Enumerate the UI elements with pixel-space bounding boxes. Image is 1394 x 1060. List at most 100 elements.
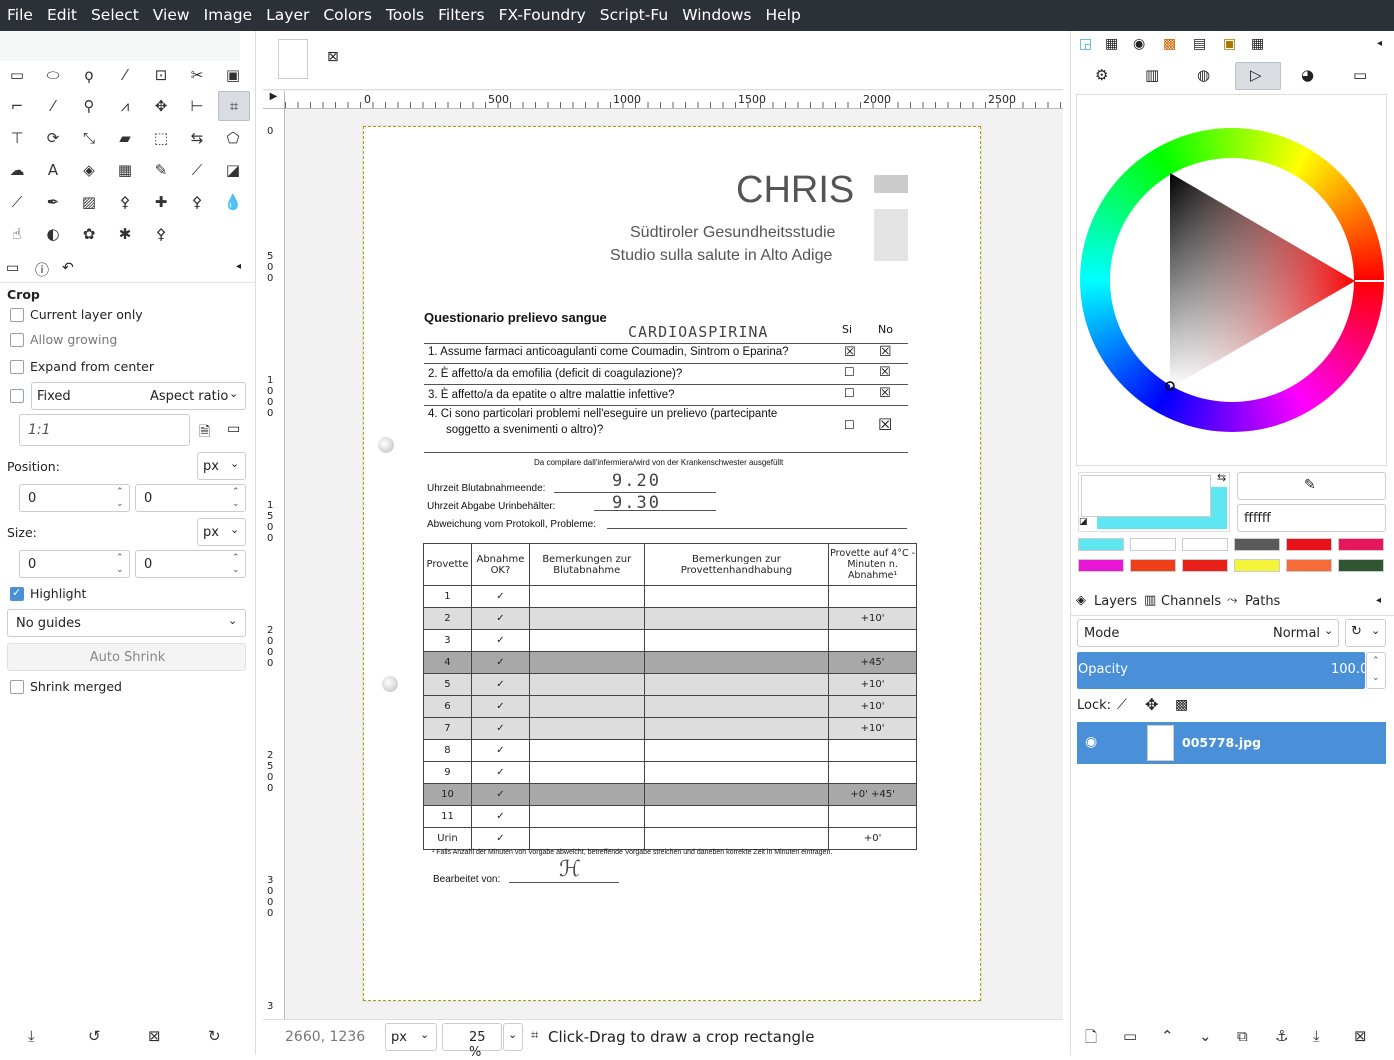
history-swatch[interactable]: [1182, 559, 1228, 572]
image-thumbnail[interactable]: [278, 39, 308, 79]
layer-mode-dropdown[interactable]: Mode Normal ⌄: [1077, 619, 1339, 647]
move-icon[interactable]: ✥: [150, 95, 172, 117]
image-canvas[interactable]: CHRIS Südtiroler Gesundheitsstudie Studi…: [363, 126, 981, 1001]
unified-transform-icon[interactable]: ⊤: [6, 127, 28, 149]
menu-colors[interactable]: Colors: [316, 0, 379, 31]
history-swatch[interactable]: [1338, 538, 1384, 551]
fixed-mode-dropdown[interactable]: Fixed Aspect ratio ⌄: [31, 382, 246, 410]
opacity-slider[interactable]: Opacity 100.0: [1077, 652, 1368, 689]
menu-image[interactable]: Image: [197, 0, 260, 31]
allow-growing-checkbox[interactable]: [10, 333, 24, 347]
scales-selector-icon[interactable]: ▭: [1353, 66, 1367, 84]
panel-menu-icon[interactable]: ◂: [1377, 38, 1382, 49]
menu-windows[interactable]: Windows: [675, 0, 758, 31]
history-swatch[interactable]: [1130, 538, 1176, 551]
history-swatch[interactable]: [1078, 538, 1124, 551]
zoom-icon[interactable]: ⚲: [78, 95, 100, 117]
gradient-icon[interactable]: ▦: [114, 159, 136, 181]
lock-position-icon[interactable]: ✥: [1145, 695, 1158, 714]
perspective-clone-icon[interactable]: ⚴: [186, 191, 208, 213]
spin-down-icon[interactable]: ⌄: [1372, 673, 1380, 683]
spin-up-icon[interactable]: ⌃: [232, 553, 240, 563]
history-swatch[interactable]: [1286, 538, 1332, 551]
close-image-icon[interactable]: ⊠: [327, 49, 339, 65]
mypaint-brush-icon[interactable]: ▨: [78, 191, 100, 213]
flip-icon[interactable]: ⇆: [186, 127, 208, 149]
water-selector-icon[interactable]: ◍: [1197, 66, 1210, 84]
fuzzy-select-icon[interactable]: ⁄: [114, 64, 136, 86]
device-status-icon[interactable]: ⓘ: [35, 260, 49, 280]
spin-up-icon[interactable]: ⌃: [1372, 656, 1380, 666]
quick-mask-toggle-icon[interactable]: ▶: [263, 91, 285, 109]
eraser-icon[interactable]: ◪: [222, 159, 244, 181]
layer-row[interactable]: ◉ 005778.jpg: [1077, 722, 1386, 764]
rotate-icon[interactable]: ⟳: [42, 127, 64, 149]
dodge-burn-icon[interactable]: ◐: [42, 223, 64, 245]
zoom-dropdown[interactable]: ⌄: [503, 1023, 523, 1051]
opacity-spin[interactable]: ⌃ ⌄: [1366, 652, 1386, 689]
size-unit-dropdown[interactable]: px ⌄: [197, 518, 246, 546]
default-colors-icon[interactable]: ◪: [1079, 517, 1088, 527]
lock-alpha-icon[interactable]: ▩: [1175, 697, 1188, 713]
swap-colors-icon[interactable]: ⇆: [1217, 471, 1226, 484]
menu-tools[interactable]: Tools: [379, 0, 431, 31]
foreground-color-swatch[interactable]: [1081, 475, 1211, 517]
blur-icon[interactable]: 💧: [222, 191, 244, 213]
restore-options-icon[interactable]: ↺: [88, 1027, 101, 1045]
spin-up-icon[interactable]: ⌃: [116, 553, 124, 563]
heal-icon[interactable]: ✚: [150, 191, 172, 213]
menu-view[interactable]: View: [146, 0, 197, 31]
zoom-input[interactable]: 25 %: [442, 1023, 502, 1060]
ink-icon[interactable]: ✒: [42, 191, 64, 213]
delete-layer-icon[interactable]: ⊠: [1354, 1027, 1367, 1045]
patterns-icon[interactable]: ▩: [1163, 36, 1176, 52]
tab-paths[interactable]: Paths: [1245, 594, 1280, 609]
shear-icon[interactable]: ▰: [114, 127, 136, 149]
color-select-icon[interactable]: ⊡: [150, 64, 172, 86]
spin-up-icon[interactable]: ⌃: [232, 487, 240, 497]
smudge-icon[interactable]: ☝: [6, 223, 28, 245]
lower-layer-icon[interactable]: ⌄: [1199, 1027, 1212, 1045]
gradients-icon[interactable]: ▤: [1193, 36, 1206, 52]
history-swatch[interactable]: [1286, 559, 1332, 572]
undo-history-icon[interactable]: ↶: [62, 260, 74, 276]
color-picker-icon[interactable]: ⁄: [42, 95, 64, 117]
spin-up-icon[interactable]: ⌃: [116, 487, 124, 497]
fx-icon[interactable]: ✱: [114, 223, 136, 245]
lock-pixels-icon[interactable]: ⟋: [1117, 697, 1127, 713]
g-mic-icon[interactable]: ✿: [78, 223, 100, 245]
pencil-icon[interactable]: ✎: [150, 159, 172, 181]
composite-mode-dropdown[interactable]: ↻ ⌄: [1345, 619, 1386, 647]
images-icon[interactable]: ▣: [1223, 36, 1236, 52]
highlight-checkbox[interactable]: [10, 586, 24, 601]
rect-select-icon[interactable]: ▭: [6, 64, 28, 86]
guides-dropdown[interactable]: No guides ⌄: [7, 609, 246, 637]
spin-down-icon[interactable]: ⌄: [232, 499, 240, 509]
merge-layer-icon[interactable]: ⤓: [1313, 1027, 1320, 1045]
airbrush-icon[interactable]: ⟋: [6, 191, 28, 213]
position-x-input[interactable]: 0 ⌃ ⌄: [19, 484, 130, 512]
history-swatch[interactable]: [1130, 559, 1176, 572]
menu-fx-foundry[interactable]: FX-Foundry: [492, 0, 593, 31]
paintbrush-icon[interactable]: ⟋: [186, 159, 208, 181]
menu-file[interactable]: File: [0, 0, 40, 31]
delete-options-icon[interactable]: ⊠: [148, 1027, 161, 1045]
shrink-merged-checkbox[interactable]: [10, 680, 24, 694]
palettes-icon[interactable]: ▦: [1105, 36, 1118, 52]
palette-selector-icon[interactable]: ◕: [1301, 66, 1314, 84]
fixed-checkbox[interactable]: [10, 389, 24, 403]
menu-edit[interactable]: Edit: [40, 0, 84, 31]
menu-layer[interactable]: Layer: [259, 0, 316, 31]
history-swatch[interactable]: [1338, 559, 1384, 572]
new-layer-icon[interactable]: 🗋: [1085, 1027, 1097, 1052]
panel-menu-icon[interactable]: ◂: [236, 261, 241, 272]
cage-icon[interactable]: ⬠: [222, 127, 244, 149]
gimp-selector-icon[interactable]: ⚙: [1095, 66, 1108, 84]
history-swatch[interactable]: [1078, 559, 1124, 572]
history-swatch[interactable]: [1182, 538, 1228, 551]
ratio-input[interactable]: 1:1: [19, 414, 190, 446]
free-select-icon[interactable]: ϙ: [78, 64, 100, 86]
perspective-icon[interactable]: ⬚: [150, 127, 172, 149]
cmyk-selector-icon[interactable]: ▥: [1145, 66, 1159, 84]
fonts-icon[interactable]: ▦: [1251, 36, 1264, 52]
